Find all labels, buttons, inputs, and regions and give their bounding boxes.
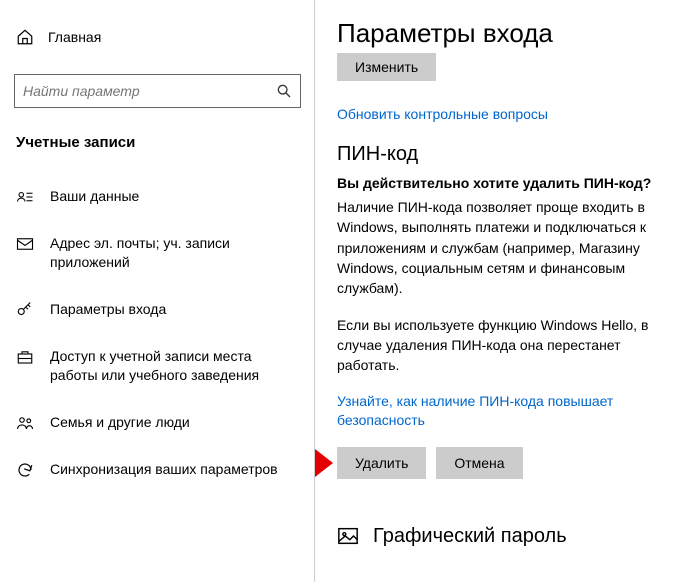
sidebar-item-signin-options[interactable]: Параметры входа [14,290,301,329]
picture-icon [337,525,359,547]
key-icon [16,301,34,319]
person-card-icon [16,188,34,206]
pin-button-row: Удалить Отмена [337,447,678,479]
mail-icon [16,235,34,253]
sidebar-divider [314,0,315,582]
pin-learn-link[interactable]: Узнайте, как наличие ПИН-кода повышает б… [337,392,678,431]
sidebar: Главная Учетные записи Ваши данные Адрес… [0,0,315,582]
update-questions-link[interactable]: Обновить контрольные вопросы [337,105,678,125]
pin-confirm-question: Вы действительно хотите удалить ПИН-код? [337,174,678,194]
home-label: Главная [48,29,101,45]
cancel-button[interactable]: Отмена [436,447,522,479]
sidebar-item-sync[interactable]: Синхронизация ваших параметров [14,450,301,489]
annotation-arrow-icon [315,449,333,477]
people-icon [16,414,34,432]
sidebar-item-label: Синхронизация ваших параметров [50,460,299,479]
pin-body-2: Если вы используете функцию Windows Hell… [337,315,678,376]
sidebar-item-work-access[interactable]: Доступ к учетной записи места работы или… [14,337,301,395]
page-title: Параметры входа [337,18,678,49]
pin-heading: ПИН-код [337,143,678,166]
sidebar-item-label: Доступ к учетной записи места работы или… [50,347,299,385]
sync-icon [16,461,34,479]
section-title: Учетные записи [14,134,301,151]
sidebar-item-email-accounts[interactable]: Адрес эл. почты; уч. записи приложений [14,224,301,282]
search-icon [276,83,292,99]
delete-button[interactable]: Удалить [337,447,426,479]
picture-password-section: Графический пароль [337,525,678,548]
change-button[interactable]: Изменить [337,53,436,81]
search-box[interactable] [14,74,301,108]
sidebar-item-label: Адрес эл. почты; уч. записи приложений [50,234,299,272]
sidebar-item-label: Семья и другие люди [50,413,299,432]
home-icon [16,28,34,46]
main-content: Параметры входа Изменить Обновить контро… [315,0,700,582]
picture-password-heading: Графический пароль [373,525,567,548]
briefcase-icon [16,348,34,366]
sidebar-item-family[interactable]: Семья и другие люди [14,403,301,442]
sidebar-item-your-info[interactable]: Ваши данные [14,177,301,216]
pin-body-1: Наличие ПИН-кода позволяет проще входить… [337,197,678,298]
search-input[interactable] [23,83,276,99]
sidebar-item-label: Ваши данные [50,187,299,206]
home-nav[interactable]: Главная [14,28,301,46]
sidebar-item-label: Параметры входа [50,300,299,319]
